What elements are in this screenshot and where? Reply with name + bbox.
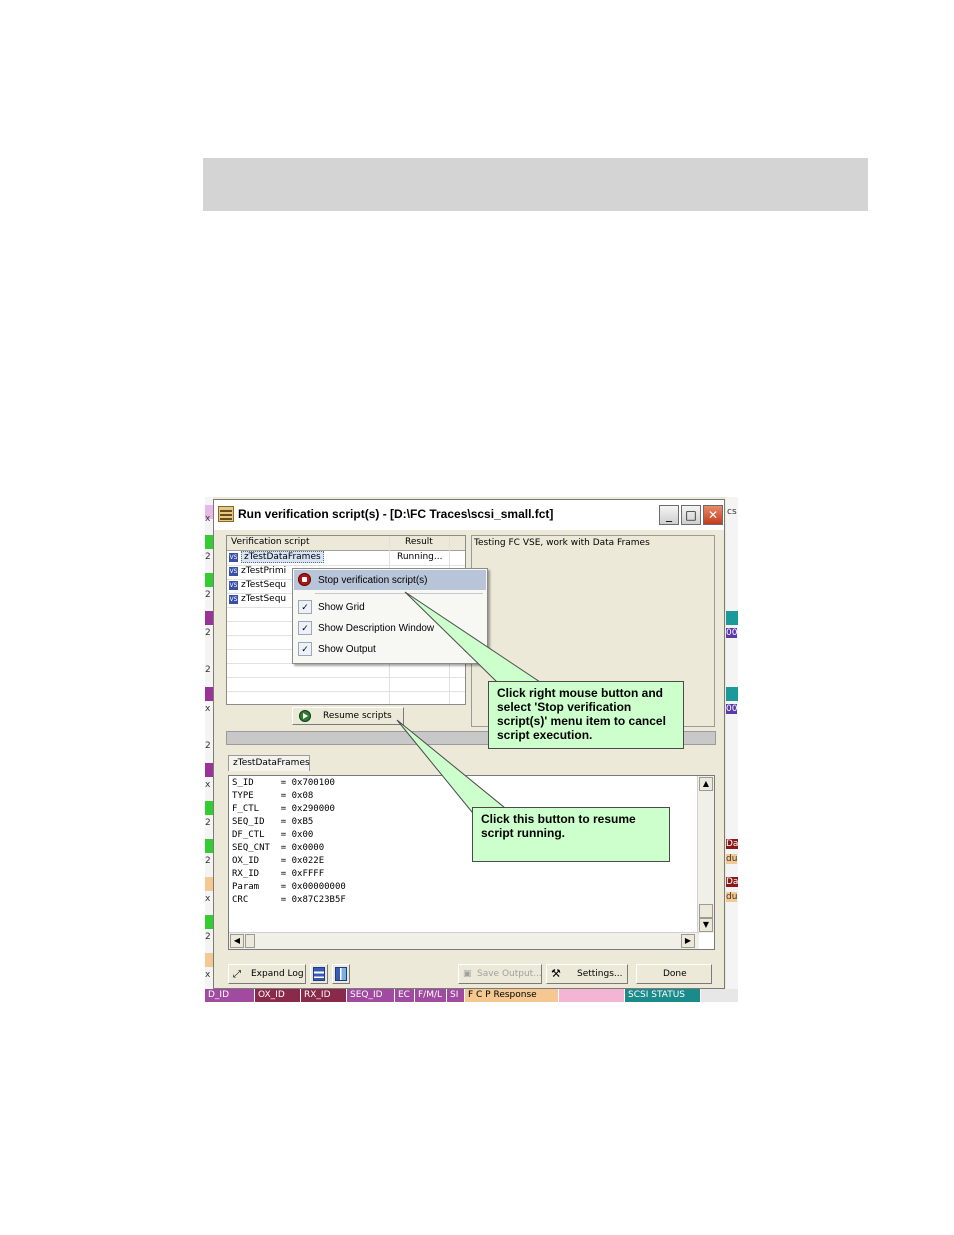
stop-callout: Click right mouse button and select 'Sto… <box>488 681 684 749</box>
callout-pointers <box>396 591 542 813</box>
resume-callout: Click this button to resume script runni… <box>472 807 670 862</box>
stop-callout-pointer <box>404 591 542 683</box>
